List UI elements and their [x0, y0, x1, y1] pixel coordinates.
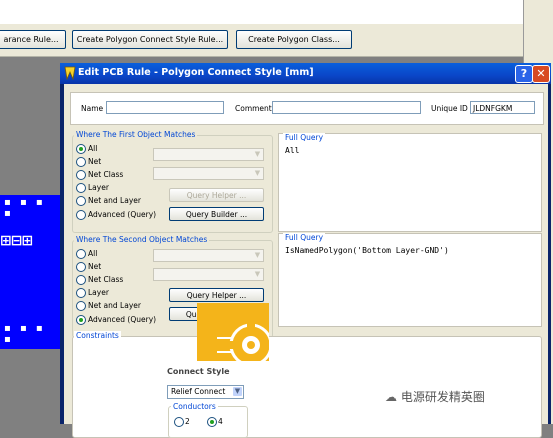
rule-identity-panel: Name Comment Unique ID JLDNFGKM [70, 92, 544, 125]
second-radio-net[interactable] [76, 262, 86, 272]
chevron-down-icon: ▼ [233, 387, 242, 396]
constraints-group [72, 336, 542, 438]
second-option-net-and-layer: Net and Layer [88, 301, 141, 310]
conductors-title: Conductors [171, 402, 218, 411]
first-query-builder-button[interactable]: Query Builder ... [169, 207, 264, 221]
second-full-query-panel[interactable]: Full Query IsNamedPolygon('Bottom Layer-… [278, 233, 542, 327]
edit-pcb-rule-dialog: Edit PCB Rule - Polygon Connect Style [m… [60, 63, 551, 438]
first-option-net: Net [88, 157, 102, 166]
chevron-down-icon: ▼ [254, 150, 261, 158]
second-radio-advanced[interactable] [76, 315, 86, 325]
create-polygon-class-button[interactable]: Create Polygon Class... [236, 30, 352, 49]
comment-input[interactable] [272, 101, 421, 114]
second-option-net-class: Net Class [88, 275, 124, 284]
name-label: Name [81, 104, 104, 113]
first-radio-layer[interactable] [76, 183, 86, 193]
first-full-query-text: All [285, 146, 300, 155]
watermark-text: 电源研发精英圈 [400, 390, 485, 404]
first-radio-net-and-layer[interactable] [76, 196, 86, 206]
conductors-radio-2[interactable] [174, 417, 184, 427]
watermark: ☁ 电源研发精英圈 [385, 388, 485, 405]
create-polygon-connect-style-rule-button[interactable]: Create Polygon Connect Style Rule... [72, 30, 228, 49]
conductors-option-2: 2 [185, 417, 190, 426]
rule-icon [64, 66, 76, 80]
first-radio-advanced[interactable] [76, 210, 86, 220]
first-radio-all[interactable] [76, 144, 86, 154]
first-option-net-and-layer: Net and Layer [88, 196, 141, 205]
second-object-title: Where The Second Object Matches [74, 235, 210, 244]
first-radio-net[interactable] [76, 157, 86, 167]
conductors-option-4: 4 [218, 417, 223, 426]
pcb-canvas: ▪ ▪ ▪ ▪ ⊞⊟⊞ ▪ ▪ ▪ ▪ [0, 195, 60, 349]
name-input[interactable] [106, 101, 224, 114]
help-button[interactable]: ? [515, 65, 533, 83]
dialog-title: Edit PCB Rule - Polygon Connect Style [m… [78, 67, 314, 78]
thermal-relief-icon [197, 303, 269, 361]
first-option-layer: Layer [88, 183, 109, 192]
comment-label: Comment [235, 104, 272, 113]
create-clearance-rule-button[interactable]: arance Rule... [0, 30, 66, 49]
unique-id-label: Unique ID [431, 104, 468, 113]
first-full-query-panel[interactable]: Full Query All [278, 133, 542, 232]
first-option-all: All [88, 144, 98, 153]
first-query-helper-button[interactable]: Query Helper ... [169, 188, 264, 202]
constraints-title: Constraints [74, 331, 121, 340]
second-radio-layer[interactable] [76, 288, 86, 298]
connect-style-label: Connect Style [167, 367, 230, 376]
second-query-helper-button[interactable]: Query Helper ... [169, 288, 264, 302]
wechat-icon: ☁ [385, 390, 397, 404]
second-radio-all[interactable] [76, 249, 86, 259]
chevron-down-icon: ▼ [254, 169, 261, 177]
second-net-class-select[interactable]: ▼ [153, 268, 264, 281]
first-radio-net-class[interactable] [76, 170, 86, 180]
first-net-class-select[interactable]: ▼ [153, 167, 264, 180]
first-option-advanced: Advanced (Query) [88, 210, 157, 219]
first-net-select[interactable]: ▼ [153, 148, 264, 161]
connect-style-select[interactable]: Relief Connect ▼ [167, 385, 244, 399]
relief-connect-preview [197, 303, 269, 361]
dialog-titlebar[interactable]: Edit PCB Rule - Polygon Connect Style [m… [60, 63, 551, 84]
second-option-net: Net [88, 262, 102, 271]
second-full-query-text: IsNamedPolygon('Bottom Layer-GND') [285, 246, 449, 255]
connect-style-value: Relief Connect [171, 387, 226, 396]
second-option-advanced: Advanced (Query) [88, 315, 157, 324]
first-object-title: Where The First Object Matches [74, 130, 198, 139]
second-option-all: All [88, 249, 98, 258]
background-window-top [0, 0, 524, 24]
chevron-down-icon: ▼ [254, 251, 261, 259]
second-radio-net-class[interactable] [76, 275, 86, 285]
second-radio-net-and-layer[interactable] [76, 301, 86, 311]
first-option-net-class: Net Class [88, 170, 124, 179]
first-full-query-title: Full Query [283, 133, 326, 142]
dialog-client-area: Name Comment Unique ID JLDNFGKM Where Th… [64, 84, 548, 438]
close-button[interactable]: ✕ [532, 65, 550, 83]
background-button-bar: arance Rule... Create Polygon Connect St… [0, 24, 523, 57]
conductors-radio-4[interactable] [207, 417, 217, 427]
second-net-select[interactable]: ▼ [153, 249, 264, 262]
second-full-query-title: Full Query [283, 233, 326, 242]
second-option-layer: Layer [88, 288, 109, 297]
chevron-down-icon: ▼ [254, 270, 261, 278]
unique-id-input[interactable]: JLDNFGKM [470, 101, 535, 114]
